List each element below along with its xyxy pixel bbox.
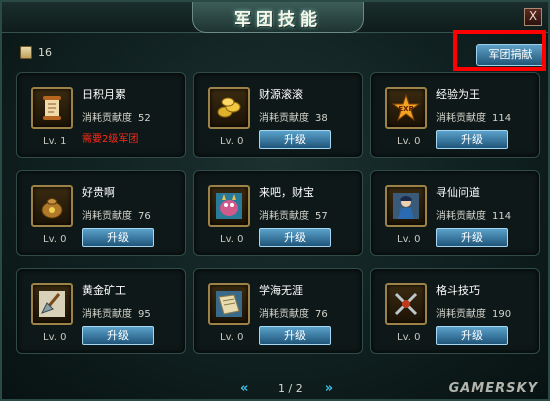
guild-skills-window: 军团技能 X 16 军团捐献 Lv. 1 日积月累 消耗贡献度 52 需要2级军团… <box>0 0 550 401</box>
skill-card: Lv. 0 财源滚滚 消耗贡献度 38 升级 <box>193 72 363 158</box>
skill-name: 寻仙问道 <box>436 186 480 199</box>
cost-value: 76 <box>315 309 328 320</box>
skill-name: 日积月累 <box>82 88 126 101</box>
skill-level: Lv. 0 <box>220 136 244 147</box>
skill-card: Lv. 0 来吧，财宝 消耗贡献度 57 升级 <box>193 170 363 256</box>
cost-label: 消耗贡献度 <box>259 113 309 124</box>
skill-card: Lv. 0 寻仙问道 消耗贡献度 114 升级 <box>370 170 540 256</box>
crossed-weapons-icon[interactable] <box>385 283 427 325</box>
skill-name: 经验为王 <box>436 88 480 101</box>
cost-value: 57 <box>315 211 328 222</box>
prev-page-icon[interactable]: « <box>240 382 256 395</box>
skill-card: Lv. 0 格斗技巧 消耗贡献度 190 升级 <box>370 268 540 354</box>
skill-cost: 消耗贡献度 38 <box>259 109 328 124</box>
next-page-icon[interactable]: » <box>325 382 341 395</box>
contribution-points-value: 16 <box>38 46 52 59</box>
skill-card: Lv. 1 日积月累 消耗贡献度 52 需要2级军团 <box>16 72 186 158</box>
close-button[interactable]: X <box>524 8 542 26</box>
skill-cost: 消耗贡献度 114 <box>436 109 511 124</box>
contribution-scroll-icon <box>20 46 32 59</box>
exp-icon[interactable]: EXP <box>385 87 427 129</box>
cost-value: 52 <box>138 113 151 124</box>
cost-value: 95 <box>138 309 151 320</box>
cost-label: 消耗贡献度 <box>436 113 486 124</box>
skill-name: 学海无涯 <box>259 284 303 297</box>
skill-grid: Lv. 1 日积月累 消耗贡献度 52 需要2级军团 Lv. 0 财源滚滚 消耗贡… <box>16 72 540 354</box>
skill-level: Lv. 0 <box>220 234 244 245</box>
highlight-annotation <box>453 30 546 71</box>
skill-card: Lv. 0 黄金矿工 消耗贡献度 95 升级 <box>16 268 186 354</box>
skill-cost: 消耗贡献度 52 <box>82 109 151 124</box>
skill-level: Lv. 0 <box>397 332 421 343</box>
skill-level: Lv. 0 <box>397 136 421 147</box>
contribution-points: 16 <box>20 46 52 59</box>
upgrade-button[interactable]: 升级 <box>259 130 331 149</box>
skill-name: 黄金矿工 <box>82 284 126 297</box>
treasure-beast-icon[interactable] <box>208 185 250 227</box>
scroll-icon[interactable] <box>31 87 73 129</box>
cost-label: 消耗贡献度 <box>82 309 132 320</box>
upgrade-button[interactable]: 升级 <box>82 326 154 345</box>
cost-value: 190 <box>492 309 512 320</box>
page-indicator: 1 / 2 <box>278 382 303 395</box>
skill-card: Lv. 0 好贵啊 消耗贡献度 76 升级 <box>16 170 186 256</box>
watermark: GAMERSKY <box>448 381 538 396</box>
cost-value: 76 <box>138 211 151 222</box>
skill-requirement: 需要2级军团 <box>82 134 139 145</box>
upgrade-button[interactable]: 升级 <box>436 228 508 247</box>
book-scroll-icon[interactable] <box>208 283 250 325</box>
cost-value: 114 <box>492 113 512 124</box>
skill-level: Lv. 0 <box>43 332 67 343</box>
upgrade-button[interactable]: 升级 <box>436 326 508 345</box>
skill-cost: 消耗贡献度 76 <box>259 305 328 320</box>
upgrade-button[interactable]: 升级 <box>259 228 331 247</box>
cost-value: 114 <box>492 211 512 222</box>
title-bar: 军团技能 X <box>2 2 548 33</box>
skill-name: 格斗技巧 <box>436 284 480 297</box>
upgrade-button[interactable]: 升级 <box>436 130 508 149</box>
cost-label: 消耗贡献度 <box>436 211 486 222</box>
window-title: 军团技能 <box>192 2 364 33</box>
cost-label: 消耗贡献度 <box>82 113 132 124</box>
skill-card: Lv. 0 学海无涯 消耗贡献度 76 升级 <box>193 268 363 354</box>
skill-cost: 消耗贡献度 95 <box>82 305 151 320</box>
skill-name: 财源滚滚 <box>259 88 303 101</box>
cost-label: 消耗贡献度 <box>259 211 309 222</box>
pagination: « 1 / 2 » <box>240 382 341 396</box>
cost-value: 38 <box>315 113 328 124</box>
money-bag-icon[interactable] <box>31 185 73 227</box>
cost-label: 消耗贡献度 <box>82 211 132 222</box>
skill-level: Lv. 0 <box>397 234 421 245</box>
skill-level: Lv. 1 <box>43 136 67 147</box>
skill-level: Lv. 0 <box>43 234 67 245</box>
skill-card: EXP Lv. 0 经验为王 消耗贡献度 114 升级 <box>370 72 540 158</box>
skill-cost: 消耗贡献度 114 <box>436 207 511 222</box>
upgrade-button[interactable]: 升级 <box>259 326 331 345</box>
shovel-icon[interactable] <box>31 283 73 325</box>
cost-label: 消耗贡献度 <box>259 309 309 320</box>
skill-name: 来吧，财宝 <box>259 186 314 199</box>
skill-cost: 消耗贡献度 57 <box>259 207 328 222</box>
skill-cost: 消耗贡献度 190 <box>436 305 511 320</box>
skill-cost: 消耗贡献度 76 <box>82 207 151 222</box>
skill-name: 好贵啊 <box>82 186 115 199</box>
cost-label: 消耗贡献度 <box>436 309 486 320</box>
svg-text:EXP: EXP <box>398 105 413 113</box>
gold-coins-icon[interactable] <box>208 87 250 129</box>
upgrade-button[interactable]: 升级 <box>82 228 154 247</box>
immortal-icon[interactable] <box>385 185 427 227</box>
skill-level: Lv. 0 <box>220 332 244 343</box>
